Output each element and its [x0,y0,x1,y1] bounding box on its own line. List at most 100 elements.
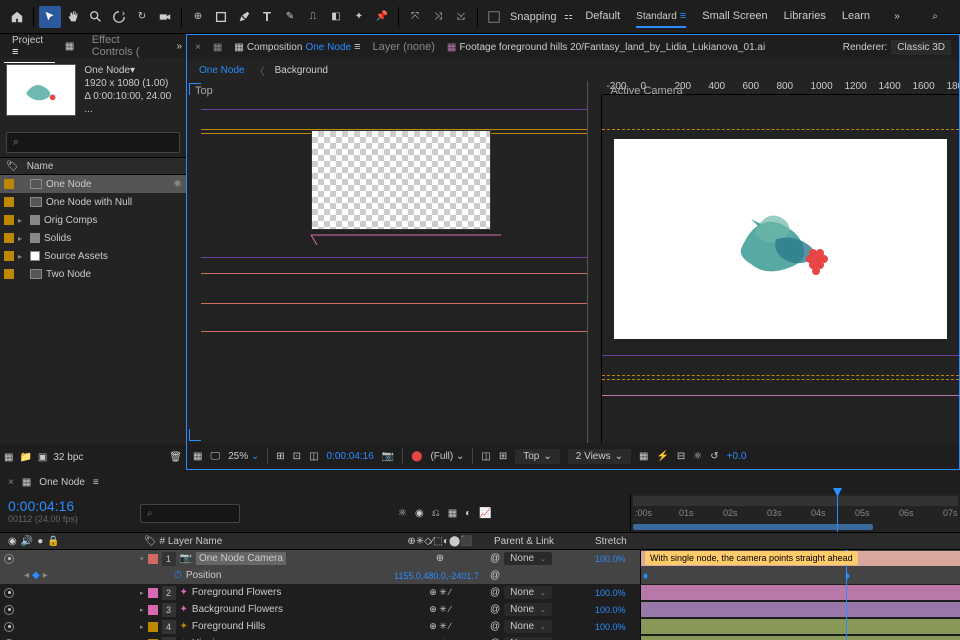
ws-standard[interactable]: Standard ≡ [636,6,686,28]
view-axis-icon[interactable]: ⤩ [450,6,472,28]
timeline-tab[interactable]: One Node [39,477,85,488]
timeline-icon[interactable]: ⊟ [677,451,685,462]
pickwhip-icon[interactable]: @ [490,570,500,581]
layer-row[interactable]: ▸3✦Background Flowers ⊕ ✳ ∕ @None⌄ 100.0… [0,601,960,618]
lock-icon[interactable]: ▦ [213,42,222,53]
time-ruler[interactable]: :00s 01s 02s 03s 04s 05s 06s 07s [630,494,960,532]
view-top[interactable]: Top [187,81,588,443]
eraser-tool[interactable]: ◧ [325,6,347,28]
layer-row[interactable]: ▸5✦Hippies ⊕ ✳ ∕ @None⌄ 100.0% [0,635,960,640]
ws-libraries[interactable]: Libraries [784,6,826,28]
snap-opts-icon[interactable]: ⚏ [558,6,580,28]
local-axis-icon[interactable]: ⤧ [404,6,426,28]
layer-row[interactable]: ▸2✦Foreground Flowers ⊕ ✳ ∕ @None⌄ 100.0… [0,584,960,601]
rect-tool[interactable] [210,6,232,28]
clone-tool[interactable]: ⎍ [302,6,324,28]
project-item[interactable]: Two Node [0,265,186,283]
panel-overflow-icon[interactable]: » [176,41,182,52]
interpret-icon[interactable]: ▦ [4,452,13,463]
pickwhip-icon[interactable]: @ [490,553,500,564]
layer-row[interactable]: ▸4✦Foreground Hills ⊕ ✳ ∕ @None⌄ 100.0% [0,618,960,635]
zoom-tool[interactable] [85,6,107,28]
reset-exp-icon[interactable]: ↺ [710,451,718,462]
camera-tool[interactable] [154,6,176,28]
visibility-toggle[interactable] [4,605,14,615]
res-icon[interactable]: ⊞ [276,451,284,462]
home-icon[interactable] [6,6,28,28]
3d-view-dropdown[interactable]: Top ⌄ [515,449,560,464]
text-tool[interactable]: T [256,6,278,28]
visibility-toggle[interactable] [4,554,14,564]
layer-search[interactable] [140,504,240,523]
mask-icon[interactable]: ◫ [309,451,318,462]
new-comp-icon[interactable]: ▣ [38,452,47,463]
project-item[interactable]: ▸Solids [0,229,186,247]
graph-editor-icon[interactable]: 📈 [479,508,491,519]
layer-tab[interactable]: Layer (none) [373,41,435,53]
col-name[interactable]: Name [27,161,54,172]
stopwatch-icon[interactable]: ⏱ [174,570,182,581]
snapping-checkbox[interactable] [483,6,505,28]
exposure-value[interactable]: +0.0 [727,451,747,462]
visibility-toggle[interactable] [4,588,14,598]
comp-mini-flowchart-icon[interactable]: ⚛ [398,508,407,519]
rotation-tool[interactable]: ↻ [131,6,153,28]
parent-dropdown[interactable]: None⌄ [504,552,552,565]
hand-tool[interactable] [62,6,84,28]
search-icon[interactable]: ⌕ [924,6,946,28]
keyframe-icon[interactable]: ⬧ [643,570,648,583]
prev-key-icon[interactable]: ◂ [24,570,29,581]
project-item[interactable]: ▸Source Assets [0,247,186,265]
effect-controls-icon[interactable]: ▦ [63,35,75,57]
comp-flowchart-icon[interactable]: ⚛ [693,451,702,462]
parent-dropdown[interactable]: None⌄ [504,586,552,599]
shy-icon[interactable]: ⎌ [432,508,440,519]
fast-preview-icon[interactable]: ⚡ [656,451,668,462]
roi-icon[interactable]: ◫ [481,451,490,462]
trash-icon[interactable]: 🗑 [169,452,182,463]
project-item[interactable]: One Node with Null [0,193,186,211]
new-folder-icon[interactable]: 📁 [19,452,31,463]
view-active-camera[interactable]: -200 0 200 400 600 800 1000 1200 1400 16… [588,81,959,443]
ws-overflow-icon[interactable]: » [886,6,908,28]
frame-blend-icon[interactable]: ▦ [448,508,457,519]
position-value[interactable]: 1155.0,480.0,-2401.7 [390,571,490,581]
orbit-tool[interactable] [108,6,130,28]
brush-tool[interactable]: ✎ [279,6,301,28]
draft-3d-icon[interactable]: ◉ [415,508,424,519]
current-time[interactable]: 0:00:04:16 [327,451,374,462]
parent-dropdown[interactable]: None⌄ [504,603,552,616]
tag-icon[interactable]: 🏷 [6,161,19,172]
pixel-aspect-icon[interactable]: ▦ [639,451,648,462]
ws-learn[interactable]: Learn [842,6,870,28]
comp-thumbnail[interactable] [6,64,76,116]
project-item[interactable]: ▸Orig Comps [0,211,186,229]
composition-tab[interactable]: ▦ Composition One Node ≡ [234,41,360,53]
transparency-icon[interactable]: ⊞ [499,451,507,462]
parent-dropdown[interactable]: None⌄ [504,620,552,633]
alpha-icon[interactable]: ▦ [193,451,202,462]
timecode[interactable]: 0:00:04:16 00112 (24.00 fps) [0,494,140,532]
close-icon[interactable]: × [195,42,201,53]
motion-blur-icon[interactable]: ◐ [465,508,471,519]
flowchart-icon[interactable]: ⚛ [173,179,182,190]
layer-row[interactable]: ▾1📷One Node Camera ⊕ @None⌄ 100.0% With … [0,550,960,567]
puppet-tool[interactable]: 📌 [371,6,393,28]
crumb[interactable]: One Node [199,65,245,76]
visibility-toggle[interactable] [4,622,14,632]
ws-small[interactable]: Small Screen [702,6,767,28]
project-search[interactable]: ⌕ [6,132,180,153]
close-icon[interactable]: × [8,477,14,488]
next-key-icon[interactable]: ▸ [43,570,48,581]
anchor-tool[interactable]: ⊕ [187,6,209,28]
selection-tool[interactable] [39,6,61,28]
property-row[interactable]: ◂◆▸ ⏱Position 1155.0,480.0,-2401.7 @ ⬧ ⬧ [0,567,960,584]
ws-default[interactable]: Default [585,6,620,28]
view-layout-dropdown[interactable]: 2 Views ⌄ [568,449,631,464]
renderer-dropdown[interactable]: Classic 3D [891,40,951,55]
pen-tool[interactable] [233,6,255,28]
current-time-indicator[interactable] [837,494,838,532]
bpc-toggle[interactable]: 32 bpc [53,452,83,463]
footage-tab[interactable]: ▦ Footage foreground hills 20/Fantasy_la… [447,41,765,53]
world-axis-icon[interactable]: ⤨ [427,6,449,28]
